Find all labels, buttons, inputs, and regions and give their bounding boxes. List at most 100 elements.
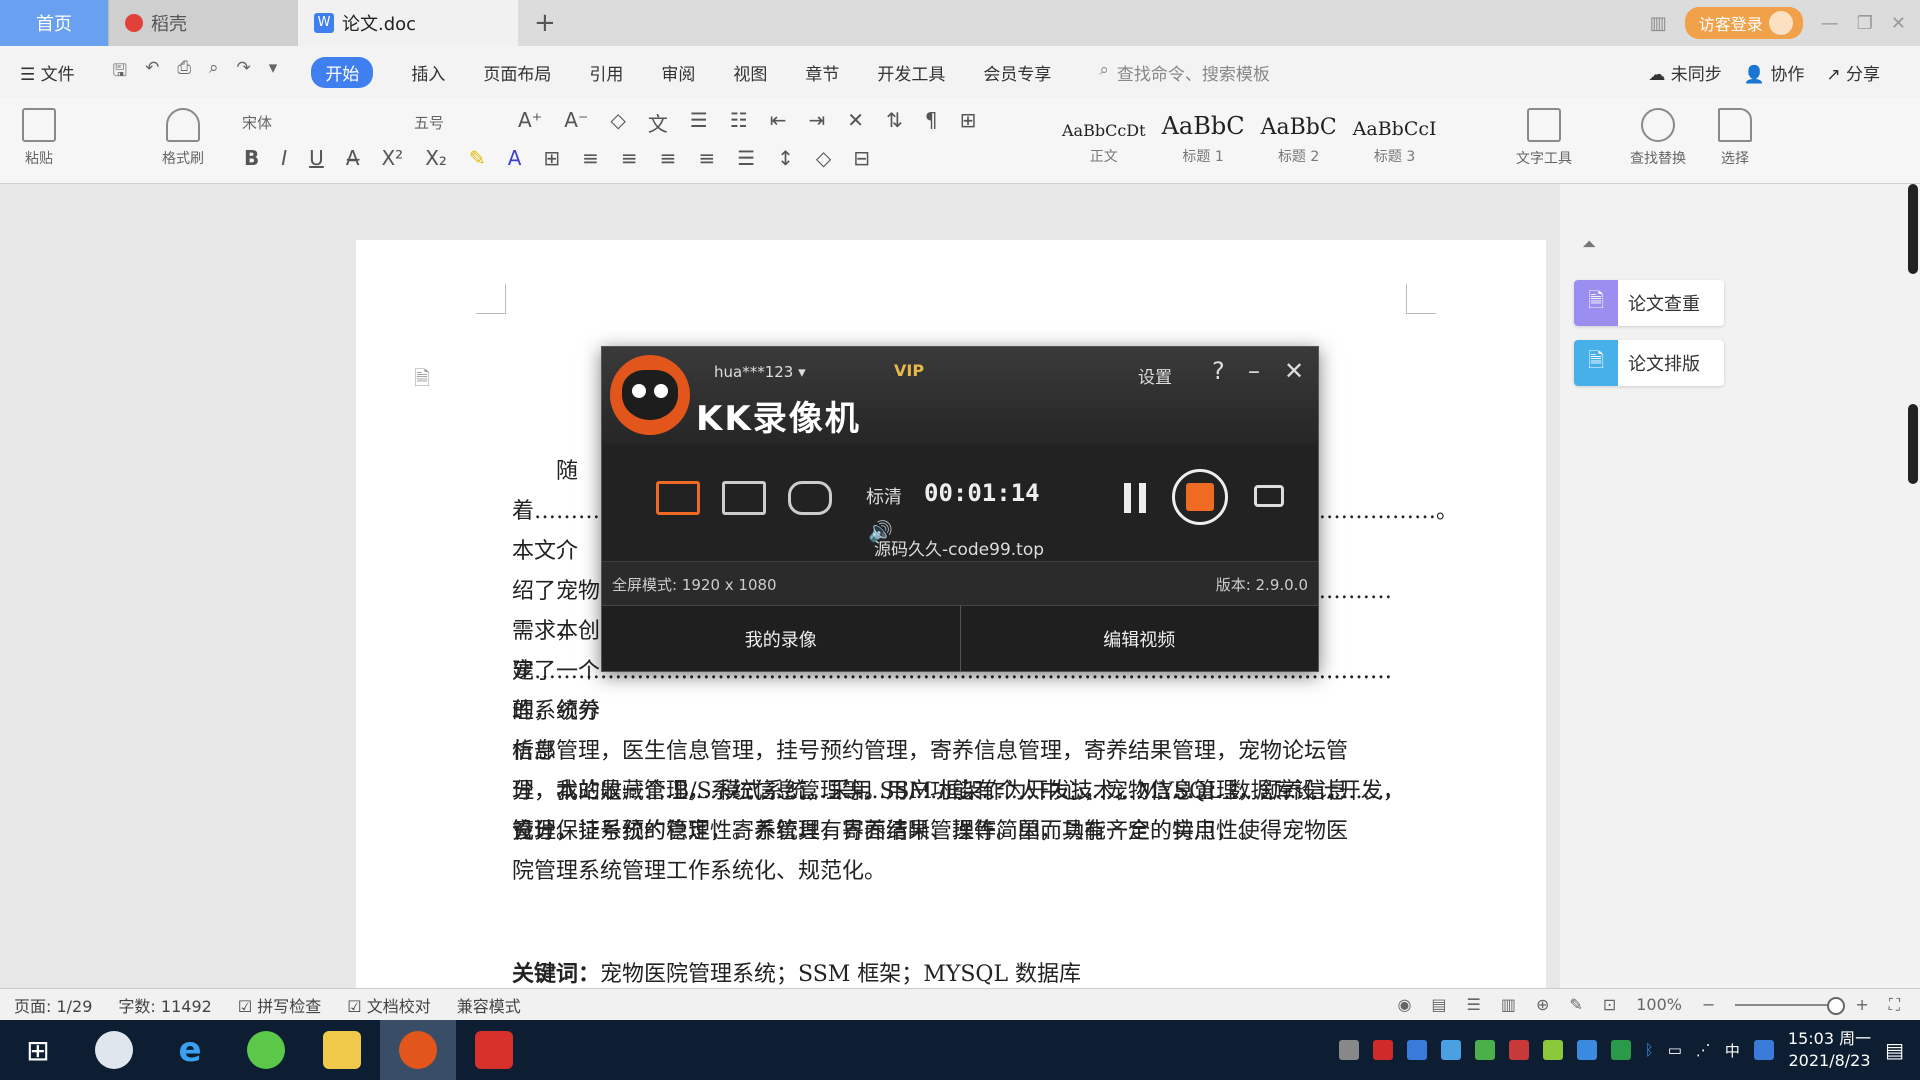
numbering-icon[interactable]: ☷ — [730, 108, 748, 137]
vip-badge[interactable]: VIP — [894, 361, 924, 380]
notification-icon[interactable]: ▤ — [1885, 1038, 1904, 1062]
format-painter-button[interactable]: 格式刷 — [162, 108, 204, 168]
shrink-font-icon[interactable]: A⁻ — [564, 108, 588, 137]
scrollbar-thumb[interactable] — [1908, 404, 1918, 484]
print-icon[interactable]: ⎙ — [177, 58, 191, 87]
recorder-user[interactable]: hua***123 ▾ — [714, 363, 806, 381]
outline-view-icon[interactable]: ☰ — [1467, 995, 1481, 1014]
char-border-icon[interactable]: ⊞ — [543, 146, 560, 170]
paste-button[interactable]: 粘贴 — [22, 108, 56, 168]
taskbar-explorer[interactable] — [304, 1020, 380, 1080]
minimize-icon[interactable]: – — [1248, 357, 1260, 385]
edit-video-button[interactable]: 编辑视频 — [959, 605, 1318, 671]
taskbar-app[interactable] — [76, 1020, 152, 1080]
collapse-icon[interactable]: ⏶ — [1582, 234, 1596, 255]
font-color-icon[interactable]: A — [508, 146, 522, 170]
align-left-icon[interactable]: ≡ — [582, 146, 599, 170]
select-button[interactable]: 选择 — [1718, 108, 1752, 168]
start-button[interactable]: ⊞ — [0, 1020, 76, 1080]
tray-icon[interactable] — [1338, 1040, 1359, 1060]
tab-document[interactable]: W 论文.doc — [298, 0, 518, 46]
page-indicator[interactable]: 页面: 1/29 — [14, 993, 92, 1017]
clear-format-icon[interactable]: ◇ — [611, 108, 626, 137]
fullscreen-icon[interactable]: ⛶ — [1889, 995, 1900, 1015]
help-icon[interactable]: ? — [1212, 357, 1225, 385]
tab-member[interactable]: 会员专享 — [983, 60, 1051, 85]
page-view-icon[interactable]: ▤ — [1431, 995, 1446, 1014]
borders-icon[interactable]: ⊟ — [853, 146, 870, 170]
bold-icon[interactable]: B — [244, 146, 259, 170]
minimize-icon[interactable]: — — [1821, 13, 1839, 34]
taskbar-browser[interactable] — [228, 1020, 304, 1080]
tab-start[interactable]: 开始 — [311, 56, 374, 88]
tray-icon[interactable] — [1508, 1040, 1529, 1060]
font-family-select[interactable]: 宋体 — [242, 112, 272, 133]
style-heading-1[interactable]: AaBbC 标题 1 — [1162, 112, 1245, 166]
tray-icon[interactable] — [1576, 1040, 1597, 1060]
zoom-slider[interactable] — [1735, 996, 1846, 1015]
tab-chapter[interactable]: 章节 — [805, 60, 839, 85]
line-spacing-icon[interactable]: ↕ — [777, 146, 794, 170]
zoom-level[interactable]: 100% — [1636, 995, 1682, 1014]
indent-icon[interactable]: ⇥ — [809, 108, 826, 137]
zoom-out-icon[interactable]: − — [1702, 995, 1715, 1014]
spell-check-button[interactable]: ☑ 拼写检查 — [238, 993, 321, 1017]
bluetooth-icon[interactable]: ᛒ — [1645, 1041, 1654, 1059]
collaborate-button[interactable]: 👤 协作 — [1744, 60, 1805, 85]
style-heading-2[interactable]: AaBbC 标题 2 — [1261, 115, 1337, 166]
chinese-layout-icon[interactable]: ✕ — [847, 108, 864, 137]
tab-page-layout[interactable]: 页面布局 — [483, 60, 551, 85]
recorder-settings-button[interactable]: 设置 — [1138, 363, 1172, 388]
align-right-icon[interactable]: ≡ — [660, 146, 677, 170]
tray-icon[interactable] — [1440, 1040, 1461, 1060]
tab-insert[interactable]: 插入 — [411, 60, 445, 85]
layout-switch-icon[interactable]: ▥ — [1650, 13, 1667, 34]
save-icon[interactable]: 🖫 — [113, 58, 127, 87]
underline-icon[interactable]: U — [309, 146, 324, 170]
taskbar-kk-recorder[interactable] — [380, 1020, 456, 1080]
align-center-icon[interactable]: ≡ — [621, 146, 638, 170]
ime-indicator[interactable]: 中 — [1725, 1040, 1740, 1061]
tab-review[interactable]: 审阅 — [661, 60, 695, 85]
bullets-icon[interactable]: ☰ — [690, 108, 708, 137]
clock[interactable]: 15:03 周一 2021/8/23 — [1788, 1028, 1871, 1072]
paper-check-button[interactable]: 🗎 论文查重 — [1574, 280, 1724, 326]
word-count[interactable]: 字数: 11492 — [118, 993, 211, 1017]
dropdown-icon[interactable]: ▾ — [269, 58, 278, 87]
preview-icon[interactable]: ⌕ — [209, 58, 219, 87]
game-mode-icon[interactable] — [788, 481, 832, 515]
new-tab-button[interactable]: + — [518, 0, 572, 46]
screenshot-camera-icon[interactable] — [1254, 485, 1284, 507]
restore-icon[interactable]: ❐ — [1857, 13, 1873, 34]
scrollbar-thumb[interactable] — [1908, 184, 1918, 274]
table-icon[interactable]: ⊞ — [960, 108, 977, 137]
network-icon[interactable]: ▭ — [1668, 1041, 1682, 1059]
superscript-icon[interactable]: X² — [381, 146, 403, 170]
text-tools-button[interactable]: 文字工具 — [1516, 108, 1572, 168]
close-icon[interactable]: ✕ — [1284, 357, 1304, 385]
show-marks-icon[interactable]: ¶ — [925, 108, 938, 137]
tab-developer[interactable]: 开发工具 — [877, 60, 945, 85]
grow-font-icon[interactable]: A⁺ — [518, 108, 542, 137]
tab-view[interactable]: 视图 — [733, 60, 767, 85]
taskbar-ie[interactable]: e — [152, 1020, 228, 1080]
highlight-icon[interactable]: ✎ — [469, 146, 486, 170]
eye-protection-icon[interactable]: ◉ — [1397, 995, 1411, 1014]
fullscreen-mode-icon[interactable] — [656, 481, 700, 515]
read-view-icon[interactable]: ▥ — [1501, 995, 1516, 1014]
tray-icon[interactable] — [1372, 1040, 1393, 1060]
font-size-select[interactable]: 五号 — [414, 112, 444, 133]
close-icon[interactable]: ✕ — [1891, 13, 1906, 34]
outdent-icon[interactable]: ⇤ — [770, 108, 787, 137]
style-heading-3[interactable]: AaBbCcI 标题 3 — [1353, 118, 1437, 166]
tray-icon[interactable] — [1406, 1040, 1427, 1060]
paper-layout-button[interactable]: 🗎 论文排版 — [1574, 340, 1724, 386]
command-search[interactable]: ⌕ 查找命令、搜索模板 — [1099, 60, 1270, 85]
share-button[interactable]: ↗ 分享 — [1826, 60, 1880, 85]
italic-icon[interactable]: I — [281, 146, 287, 170]
guest-login-button[interactable]: 访客登录 — [1684, 7, 1803, 39]
fit-icon[interactable]: ⊡ — [1603, 995, 1616, 1014]
strikethrough-icon[interactable]: A̶ — [346, 146, 360, 170]
find-replace-button[interactable]: 查找替换 — [1630, 108, 1686, 168]
web-view-icon[interactable]: ⊕ — [1536, 995, 1549, 1014]
